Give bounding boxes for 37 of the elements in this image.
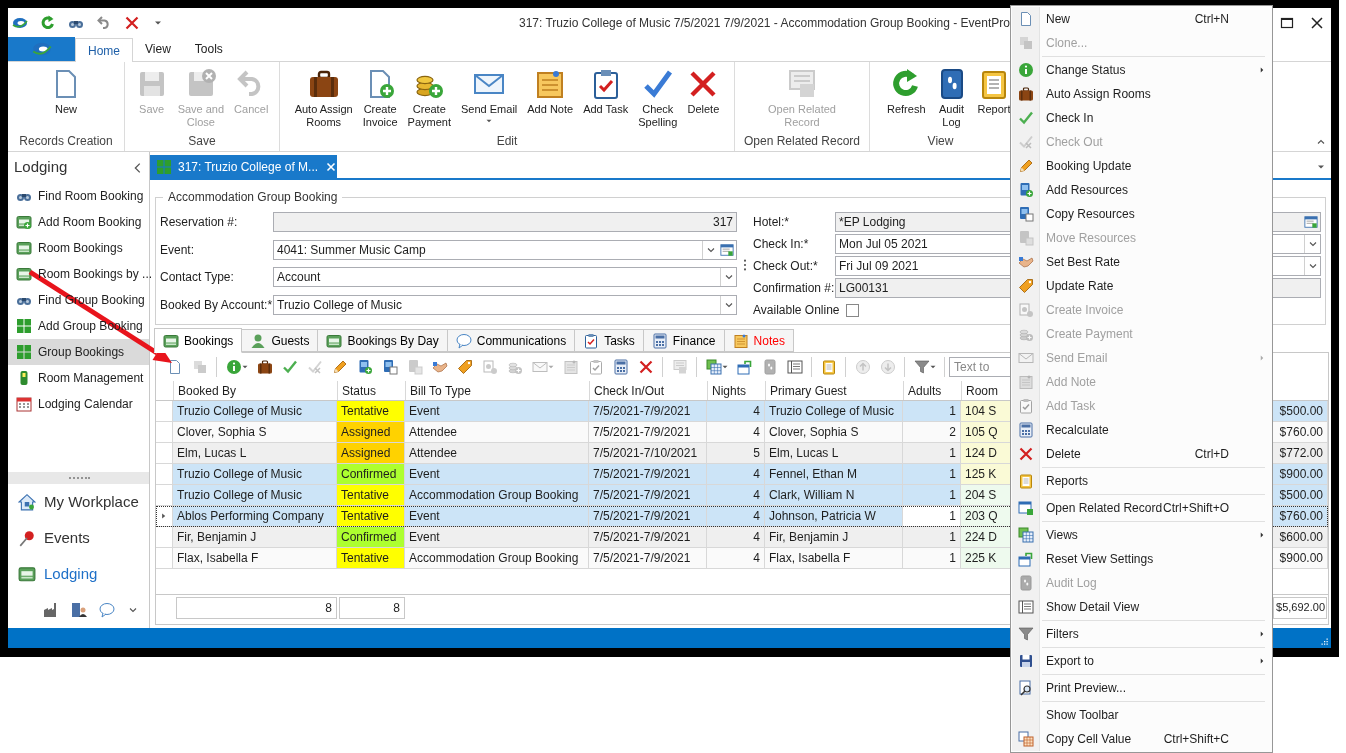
keyboard-shortcut: Ctrl+Shift+C [1163, 731, 1229, 748]
keyboard-shortcut: Ctrl+D [1194, 446, 1229, 463]
field-label: Event: [160, 241, 196, 259]
summary-cell: $5,692.00 [1273, 596, 1327, 619]
field-label: Check In:* [753, 236, 810, 253]
status-cell: Tentative [337, 485, 405, 506]
ribbon-group-label: Open Related Record [742, 133, 862, 151]
table-cell: Accommodation Group Booking [405, 548, 589, 569]
table-cell: 7/5/2021-7/9/2021 [589, 548, 707, 569]
status-cell: Assigned [337, 422, 405, 443]
keyboard-shortcut: Ctrl+N [1194, 11, 1229, 28]
status-cell: Tentative [337, 401, 405, 422]
ribbon-group-label: Save [187, 133, 217, 151]
ribbon-group-label: Records Creation [18, 133, 114, 151]
field-label: Hotel:* [753, 214, 791, 231]
ribbon-group-label: Edit [495, 133, 519, 151]
field-label: Available Online [753, 302, 840, 319]
field-label: Check Out:* [753, 258, 819, 275]
status-cell: Confirmed [337, 464, 405, 485]
status-cell: Assigned [337, 443, 405, 464]
table-cell: Flax, Isabella F [765, 548, 903, 569]
table-cell: 4 [707, 548, 765, 569]
table-cell: 1 [903, 506, 961, 527]
sidebar-title: Lodging [14, 157, 68, 178]
field-label: Confirmation #: [753, 280, 835, 297]
table-cell: Flax, Isabella F [173, 548, 337, 569]
summary-cell: 8 [339, 596, 405, 619]
field-label: Booked By Account:* [160, 296, 273, 314]
field-label: Contact Type: [160, 269, 235, 286]
group-title: Accommodation Group Booking [167, 190, 339, 204]
status-cell: Confirmed [337, 527, 405, 548]
status-cell: Tentative [337, 506, 405, 527]
summary-cell: 8 [176, 596, 337, 619]
window-title: 317: Truzio College of Music 7/5/2021 7/9/2021 - Accommodation Group Booking - EventPro [519, 15, 1010, 32]
status-cell: Tentative [337, 548, 405, 569]
ribbon-group-label: View [926, 133, 955, 151]
field-label: Reservation #: [160, 214, 239, 231]
